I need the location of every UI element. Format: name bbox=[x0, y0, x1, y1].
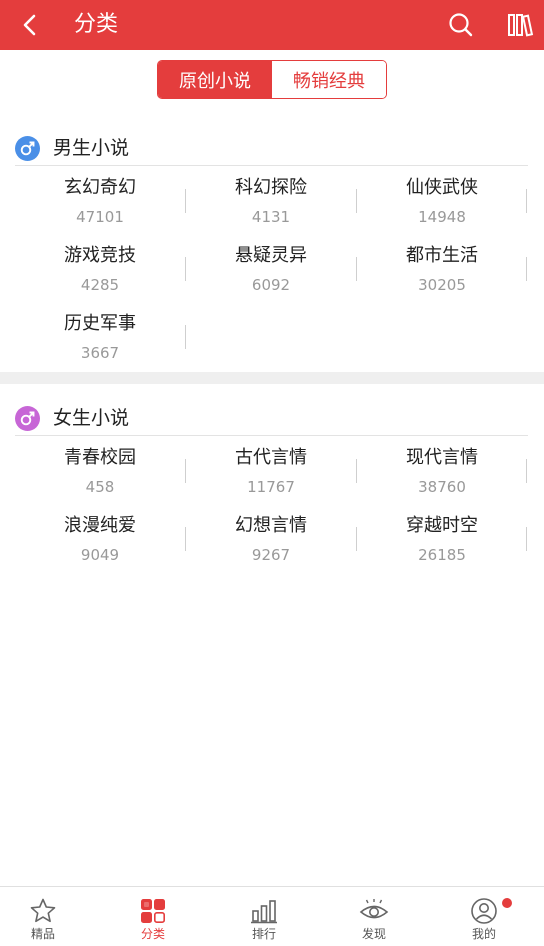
category-icon bbox=[138, 896, 168, 926]
category-count: 4131 bbox=[251, 208, 291, 226]
category-name: 仙侠武侠 bbox=[406, 177, 478, 198]
eye-icon bbox=[359, 896, 389, 926]
divider bbox=[526, 459, 527, 483]
tab-label: 分类 bbox=[140, 927, 165, 941]
female-novels-section: 女生小说 青春校园 458 古代言情 11767 现代言情 38760 浪漫纯爱… bbox=[0, 404, 544, 574]
category-name: 玄幻奇幻 bbox=[64, 177, 136, 198]
ranking-icon bbox=[249, 896, 279, 926]
category-count: 9267 bbox=[251, 546, 291, 564]
tab-me[interactable]: 我的 bbox=[429, 887, 539, 946]
female-icon bbox=[15, 406, 40, 431]
category-name: 现代言情 bbox=[406, 447, 478, 468]
back-button[interactable] bbox=[14, 9, 46, 41]
tab-discover[interactable]: 发现 bbox=[319, 887, 429, 946]
category-item[interactable]: 悬疑灵异 6092 bbox=[186, 244, 356, 295]
category-count: 458 bbox=[85, 478, 115, 496]
tab-ranking[interactable]: 排行 bbox=[209, 887, 319, 946]
tab-featured[interactable]: 精品 bbox=[0, 887, 98, 946]
category-count: 11767 bbox=[247, 478, 295, 496]
category-count: 47101 bbox=[76, 208, 124, 226]
category-count: 30205 bbox=[418, 276, 466, 294]
tab-label: 我的 bbox=[471, 927, 496, 941]
category-count: 38760 bbox=[418, 478, 466, 496]
bookshelf-icon bbox=[508, 14, 534, 37]
divider bbox=[526, 257, 527, 281]
category-count: 9049 bbox=[80, 546, 120, 564]
star-icon bbox=[28, 896, 58, 926]
tab-original-novels[interactable]: 原创小说 bbox=[158, 61, 272, 98]
tab-category[interactable]: 分类 bbox=[98, 887, 208, 946]
category-item[interactable]: 青春校园 458 bbox=[15, 446, 185, 497]
search-button[interactable] bbox=[444, 8, 478, 42]
top-bar: 分类 bbox=[0, 0, 544, 50]
category-count: 14948 bbox=[418, 208, 466, 226]
divider bbox=[526, 527, 527, 551]
category-name: 历史军事 bbox=[64, 313, 136, 334]
category-name: 科幻探险 bbox=[235, 177, 307, 198]
category-type-switch: 原创小说 畅销经典 bbox=[157, 60, 387, 99]
category-item[interactable]: 科幻探险 4131 bbox=[186, 176, 356, 227]
category-item[interactable]: 历史军事 3667 bbox=[15, 312, 185, 363]
bookshelf-button[interactable] bbox=[503, 8, 539, 42]
tab-label: 排行 bbox=[251, 927, 276, 941]
category-item[interactable]: 幻想言情 9267 bbox=[186, 514, 356, 565]
tab-bestseller-classics[interactable]: 畅销经典 bbox=[272, 61, 386, 98]
section-header: 男生小说 bbox=[15, 134, 528, 166]
category-name: 青春校园 bbox=[64, 447, 136, 468]
section-title: 男生小说 bbox=[53, 137, 130, 159]
tab-label: 发现 bbox=[361, 927, 386, 941]
category-name: 浪漫纯爱 bbox=[64, 515, 136, 536]
category-item[interactable]: 穿越时空 26185 bbox=[357, 514, 527, 565]
section-separator bbox=[0, 372, 544, 384]
category-count: 3667 bbox=[80, 344, 120, 362]
section-header: 女生小说 bbox=[15, 404, 528, 436]
category-item[interactable]: 现代言情 38760 bbox=[357, 446, 527, 497]
category-name: 古代言情 bbox=[235, 447, 307, 468]
back-arrow-icon bbox=[23, 14, 36, 36]
category-name: 幻想言情 bbox=[235, 515, 307, 536]
male-novels-section: 男生小说 玄幻奇幻 47101 科幻探险 4131 仙侠武侠 14948 游戏竞… bbox=[0, 134, 544, 370]
tab-label: 精品 bbox=[30, 927, 55, 941]
category-name: 都市生活 bbox=[406, 245, 478, 266]
category-count: 6092 bbox=[251, 276, 291, 294]
search-icon bbox=[449, 13, 473, 37]
category-item[interactable]: 玄幻奇幻 47101 bbox=[15, 176, 185, 227]
section-title: 女生小说 bbox=[53, 407, 130, 429]
divider bbox=[526, 189, 527, 213]
category-count: 4285 bbox=[80, 276, 120, 294]
category-name: 穿越时空 bbox=[406, 515, 478, 536]
page-title: 分类 bbox=[74, 12, 119, 37]
category-item[interactable]: 游戏竞技 4285 bbox=[15, 244, 185, 295]
category-item[interactable]: 浪漫纯爱 9049 bbox=[15, 514, 185, 565]
category-item[interactable]: 古代言情 11767 bbox=[186, 446, 356, 497]
category-name: 悬疑灵异 bbox=[235, 245, 307, 266]
category-item[interactable]: 仙侠武侠 14948 bbox=[357, 176, 527, 227]
category-name: 游戏竞技 bbox=[64, 245, 136, 266]
profile-icon bbox=[469, 896, 499, 926]
bottom-tab-bar: 精品 分类 排行 发现 我的 bbox=[0, 886, 544, 946]
divider bbox=[185, 325, 186, 349]
category-count: 26185 bbox=[418, 546, 466, 564]
notification-badge bbox=[502, 898, 512, 908]
male-icon bbox=[15, 136, 40, 161]
category-item[interactable]: 都市生活 30205 bbox=[357, 244, 527, 295]
